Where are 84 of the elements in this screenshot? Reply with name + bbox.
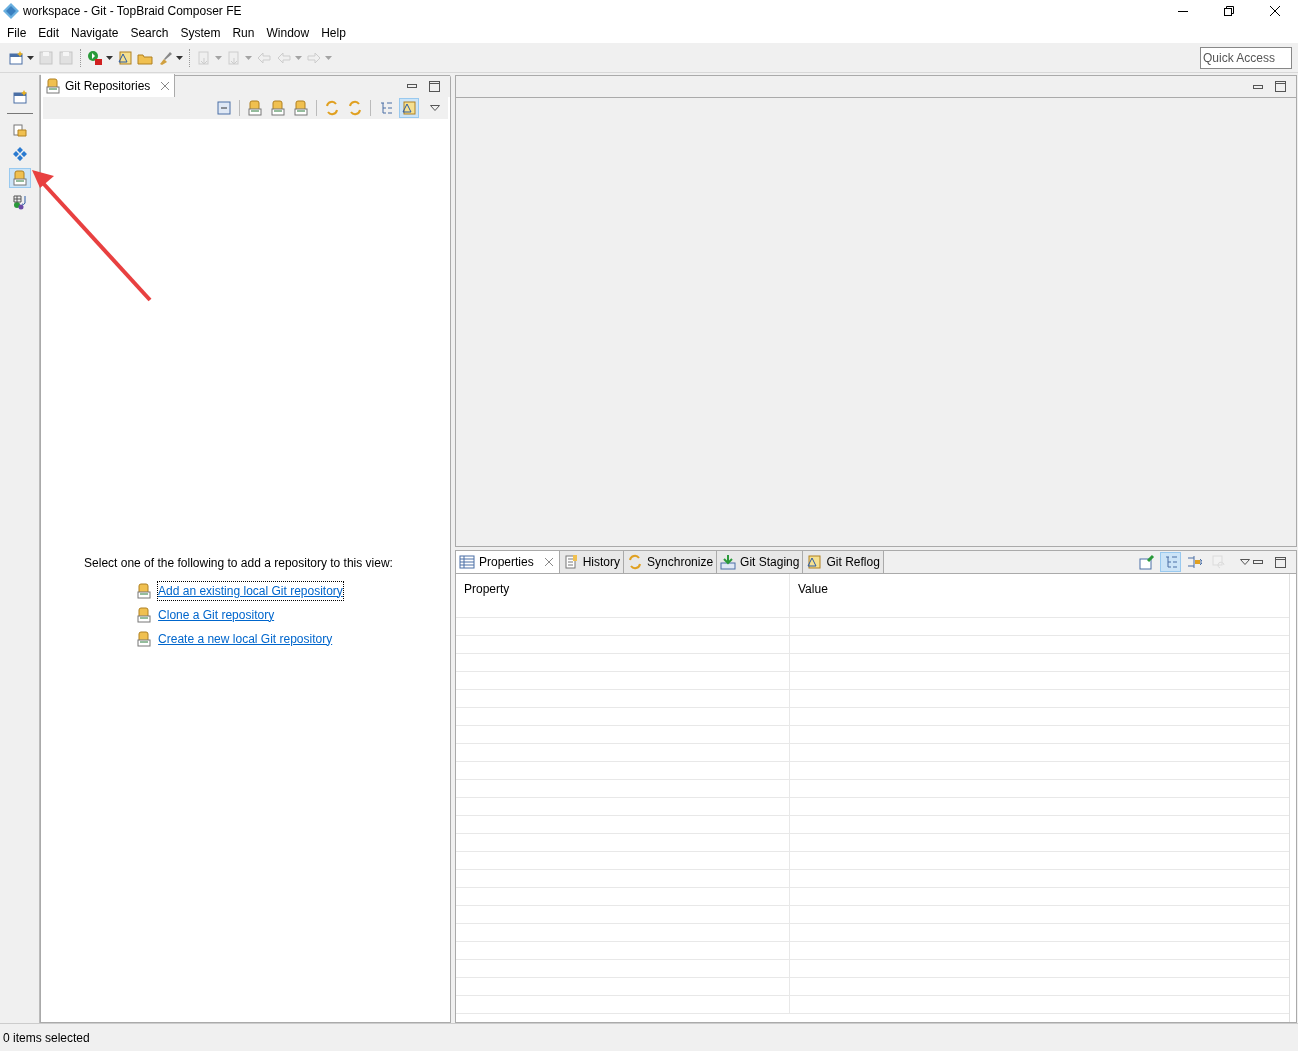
- maximize-view-button[interactable]: [1275, 556, 1286, 568]
- tab-icon: [562, 554, 579, 570]
- git-icon: [136, 606, 153, 623]
- toolbar-icon: [324, 100, 340, 116]
- menu-item[interactable]: Search: [124, 23, 175, 42]
- view-toolbar-button[interactable]: [245, 98, 265, 118]
- repository-link[interactable]: Add an existing local Git repository: [158, 581, 343, 600]
- menu-item[interactable]: Window: [260, 23, 316, 42]
- repository-link[interactable]: Create a new local Git repository: [158, 629, 333, 648]
- menu-item[interactable]: System: [174, 23, 227, 42]
- quick-access-field[interactable]: Quick Access: [1200, 46, 1292, 69]
- git-icon: [136, 582, 153, 599]
- git-icon: [45, 77, 61, 94]
- menu-item[interactable]: File: [1, 23, 33, 42]
- view-tab[interactable]: History: [559, 551, 625, 573]
- toolbar-icon: [226, 49, 242, 66]
- menu-item[interactable]: Help: [315, 23, 352, 42]
- view-tab[interactable]: Git Staging: [717, 551, 804, 573]
- side-trim-icon: [11, 146, 28, 162]
- toolbar-icon: [87, 49, 103, 66]
- close-icon[interactable]: [160, 80, 171, 91]
- view-tab[interactable]: Synchronize: [624, 551, 718, 573]
- side-trim-icon: [11, 122, 28, 138]
- minimize-view-button[interactable]: [1253, 560, 1263, 564]
- caret-icon: [325, 55, 332, 60]
- instruction-text: Select one of the following to add a repository to this view:: [84, 554, 393, 572]
- toolbar-icon: [157, 49, 173, 66]
- minimize-icon: [1178, 10, 1188, 12]
- caret-icon: [176, 55, 183, 60]
- toolbar-icon: [293, 100, 309, 116]
- toolbar-icon: [117, 49, 133, 66]
- view-toolbar-button[interactable]: [1160, 552, 1181, 572]
- side-trim-button[interactable]: [8, 168, 31, 188]
- menu-item[interactable]: Edit: [32, 23, 66, 42]
- toolbar-icon: [347, 100, 363, 116]
- view-toolbar-button[interactable]: [399, 98, 419, 118]
- restore-icon: [1224, 6, 1234, 16]
- tab-icon: [459, 554, 475, 570]
- toolbar-icon: [216, 100, 232, 116]
- toolbar-icon: [401, 100, 417, 116]
- side-trim-icon: [11, 194, 28, 210]
- close-icon[interactable]: [543, 557, 554, 567]
- side-trim-icon: [11, 170, 28, 186]
- menu-item[interactable]: Navigate: [65, 23, 125, 42]
- toolbar-icon: [378, 100, 394, 116]
- toolbar-icon: [270, 100, 286, 116]
- minimize-view-button[interactable]: [1253, 84, 1263, 89]
- repository-link[interactable]: Clone a Git repository: [158, 605, 275, 624]
- column-header[interactable]: Property: [456, 574, 790, 617]
- toolbar-icon: [247, 100, 263, 116]
- caret-icon: [245, 55, 252, 60]
- view-toolbar-button[interactable]: [214, 98, 234, 118]
- view-toolbar-button[interactable]: [291, 98, 311, 118]
- toolbar-icon: [38, 49, 54, 66]
- side-trim-icon: [11, 89, 28, 105]
- caret-icon: [27, 55, 34, 60]
- view-tab[interactable]: Git Reflog: [803, 551, 884, 573]
- view-toolbar-button[interactable]: [1136, 552, 1157, 572]
- caret-icon: [215, 55, 222, 60]
- app-logo-icon: [3, 3, 19, 19]
- minimize-view-button[interactable]: [407, 84, 417, 88]
- view-tab[interactable]: Properties: [456, 551, 560, 573]
- toolbar-icon: [196, 49, 212, 66]
- status-text: 0 items selected: [2, 1029, 90, 1047]
- column-header[interactable]: Value: [790, 574, 1289, 617]
- toolbar-icon: [58, 49, 74, 66]
- menu-item[interactable]: Run: [226, 23, 261, 42]
- toolbar-icon: [8, 49, 24, 66]
- view-toolbar-button[interactable]: [268, 98, 288, 118]
- caret-icon: [106, 55, 113, 60]
- toolbar-icon: [1138, 554, 1155, 570]
- view-menu-button[interactable]: [430, 105, 440, 111]
- caret-icon: [295, 55, 302, 60]
- toolbar-icon: [1186, 554, 1203, 570]
- maximize-view-button[interactable]: [429, 80, 440, 92]
- git-icon: [136, 630, 153, 647]
- view-tab[interactable]: Git Repositories: [41, 74, 176, 97]
- maximize-view-button[interactable]: [1275, 81, 1286, 92]
- close-icon: [1270, 6, 1280, 16]
- tab-icon: [806, 554, 823, 570]
- view-menu-button[interactable]: [1240, 559, 1250, 565]
- tab-icon: [627, 554, 644, 570]
- tab-icon: [720, 554, 737, 570]
- window-title: workspace - Git - TopBraid Composer FE: [23, 3, 242, 20]
